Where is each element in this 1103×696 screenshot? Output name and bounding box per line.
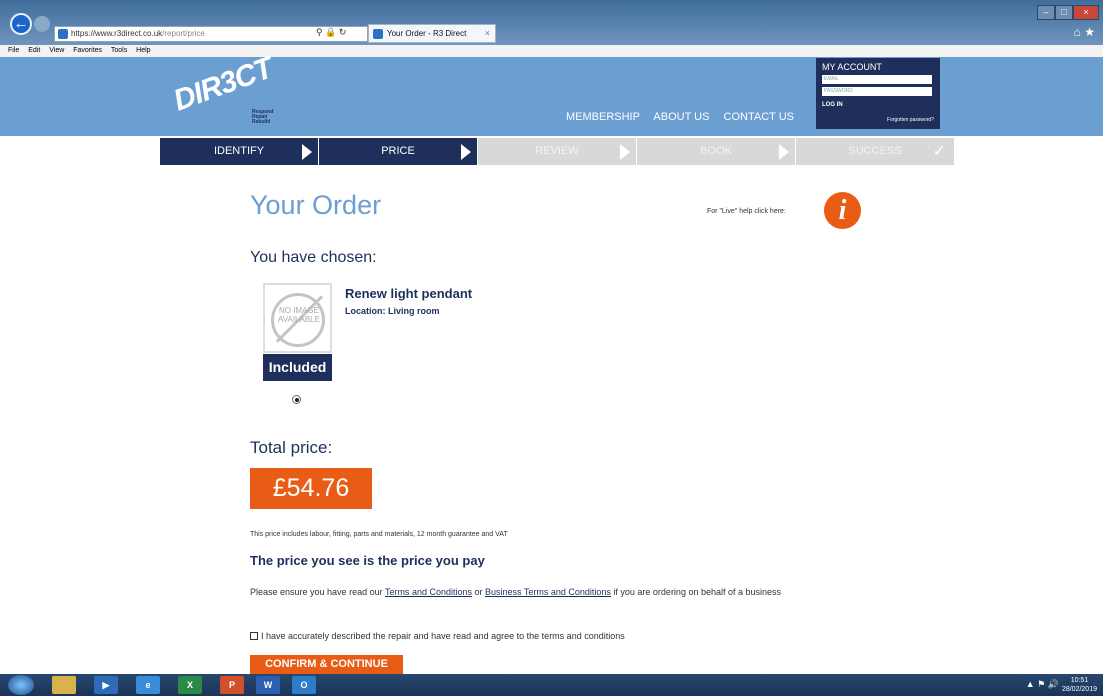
browser-right-tools: ⌂ ★ <box>1074 25 1095 39</box>
word-icon[interactable]: W <box>256 676 280 694</box>
file-explorer-icon[interactable] <box>52 676 76 694</box>
terms-text-mid: or <box>471 587 485 597</box>
arrow-right-icon <box>620 144 630 160</box>
step-success: SUCCESS ✓ <box>796 138 954 165</box>
total-price-value: £54.76 <box>250 468 372 509</box>
checkmark-icon: ✓ <box>932 143 946 160</box>
media-player-icon[interactable]: ▶ <box>94 676 118 694</box>
arrow-right-icon <box>779 144 789 160</box>
clock-time: 10:51 <box>1070 677 1089 684</box>
menu-bar: File Edit View Favorites Tools Help <box>0 45 1103 57</box>
menu-edit[interactable]: Edit <box>28 47 40 54</box>
item-radio[interactable] <box>292 395 301 404</box>
page-title: Your Order <box>250 190 382 220</box>
terms-text-pre: Please ensure you have read our <box>250 587 385 597</box>
menu-tools[interactable]: Tools <box>111 47 127 54</box>
home-icon[interactable]: ⌂ <box>1074 25 1081 39</box>
nav-membership[interactable]: MEMBERSHIP <box>566 111 640 123</box>
no-image-text: NO IMAGE AVAILABLE <box>278 306 320 324</box>
item-thumbnail[interactable]: NO IMAGE AVAILABLE <box>263 283 332 353</box>
arrow-right-icon <box>461 144 471 160</box>
menu-file[interactable]: File <box>8 47 19 54</box>
live-help-text: For "Live" help click here: <box>707 208 786 215</box>
password-field[interactable]: PASSWORD <box>822 87 932 96</box>
price-guarantee-heading: The price you see is the price you pay <box>250 553 485 568</box>
business-terms-link[interactable]: Business Terms and Conditions <box>485 587 611 597</box>
url-path: /report/price <box>162 29 205 38</box>
tray-expand-icon[interactable]: ▲ <box>1026 679 1035 689</box>
step-label: IDENTIFY <box>213 145 265 157</box>
included-badge: Included <box>263 354 332 381</box>
top-navigation: MEMBERSHIP ABOUT US CONTACT US <box>566 111 805 123</box>
step-identify[interactable]: IDENTIFY <box>160 138 318 165</box>
confirm-continue-button[interactable]: CONFIRM & CONTINUE <box>250 655 403 674</box>
item-name: Renew light pendant <box>345 286 473 301</box>
menu-favorites[interactable]: Favorites <box>73 47 102 54</box>
terms-paragraph: Please ensure you have read our Terms an… <box>250 586 890 599</box>
start-button[interactable] <box>8 675 34 695</box>
agree-row: I have accurately described the repair a… <box>250 631 625 641</box>
tagline-rebuild: Rebuild <box>252 119 271 125</box>
step-label: BOOK <box>700 145 732 157</box>
forward-button[interactable] <box>34 16 50 32</box>
site-favicon-icon <box>58 29 68 39</box>
volume-icon[interactable]: 🔊 <box>1048 679 1059 689</box>
step-review: REVIEW <box>478 138 636 165</box>
close-button[interactable]: × <box>1073 5 1099 20</box>
logo-tagline: Respond Repair Rebuild <box>252 110 273 125</box>
progress-steps: IDENTIFY PRICE REVIEW BOOK SUCCESS ✓ <box>160 138 954 165</box>
windows-taskbar: ▶ e X P W O ▲ ⚑ 🔊 10:51 28/02/2019 <box>0 674 1103 696</box>
flag-icon[interactable]: ⚑ <box>1037 679 1045 689</box>
account-panel: MY ACCOUNT EMAIL PASSWORD LOG IN Forgott… <box>816 58 940 129</box>
system-tray: ▲ ⚑ 🔊 <box>1026 679 1059 690</box>
step-book: BOOK <box>637 138 795 165</box>
refresh-icon[interactable]: ↻ <box>339 27 347 37</box>
agree-label[interactable]: I have accurately described the repair a… <box>261 631 625 641</box>
info-icon[interactable]: i <box>824 192 861 229</box>
tab-favicon-icon <box>373 29 383 39</box>
terms-link[interactable]: Terms and Conditions <box>385 587 472 597</box>
outlook-icon[interactable]: O <box>292 676 316 694</box>
step-label: PRICE <box>381 145 415 157</box>
nav-about-us[interactable]: ABOUT US <box>653 111 709 123</box>
menu-help[interactable]: Help <box>136 47 150 54</box>
item-location: Location: Living room <box>345 306 440 316</box>
browser-tab[interactable]: Your Order - R3 Direct × <box>368 24 496 43</box>
login-button[interactable]: LOG IN <box>822 102 934 108</box>
url-host: https://www.r3direct.co.uk <box>71 29 163 38</box>
excel-icon[interactable]: X <box>178 676 202 694</box>
site-logo[interactable]: DIR3CT Respond Repair Rebuild <box>169 52 284 130</box>
chosen-heading: You have chosen: <box>250 249 377 266</box>
search-icon[interactable]: ⚲ <box>316 27 323 37</box>
email-field[interactable]: EMAIL <box>822 75 932 84</box>
browser-chrome: ← https://www.r3direct.co.uk/report/pric… <box>0 0 1103 45</box>
clock-date: 28/02/2019 <box>1061 686 1097 693</box>
minimize-button[interactable]: – <box>1037 5 1055 20</box>
agree-checkbox[interactable] <box>250 632 258 640</box>
step-label: SUCCESS <box>848 145 902 157</box>
nav-contact-us[interactable]: CONTACT US <box>724 111 795 123</box>
back-button[interactable]: ← <box>10 13 32 35</box>
maximize-button[interactable]: □ <box>1055 5 1073 20</box>
tab-title: Your Order - R3 Direct <box>387 29 467 38</box>
powerpoint-icon[interactable]: P <box>220 676 244 694</box>
internet-explorer-icon[interactable]: e <box>136 676 160 694</box>
account-heading: MY ACCOUNT <box>822 62 882 72</box>
forgot-password-link[interactable]: Forgotten password? <box>887 117 934 123</box>
window-controls: – □ × <box>1037 2 1101 20</box>
lock-icon[interactable]: 🔒 <box>325 27 336 37</box>
tab-close-icon[interactable]: × <box>485 25 490 42</box>
system-clock[interactable]: 10:51 28/02/2019 <box>1062 676 1097 694</box>
price-note: This price includes labour, fitting, par… <box>250 531 508 538</box>
arrow-right-icon <box>302 144 312 160</box>
favorites-star-icon[interactable]: ★ <box>1084 25 1095 39</box>
address-tools: ⚲ 🔒 ↻ <box>316 27 346 38</box>
total-price-heading: Total price: <box>250 438 333 457</box>
menu-view[interactable]: View <box>49 47 64 54</box>
step-label: REVIEW <box>535 145 579 157</box>
order-content: Your Order <box>250 190 900 221</box>
terms-text-post: if you are ordering on behalf of a busin… <box>610 587 782 597</box>
step-price[interactable]: PRICE <box>319 138 477 165</box>
